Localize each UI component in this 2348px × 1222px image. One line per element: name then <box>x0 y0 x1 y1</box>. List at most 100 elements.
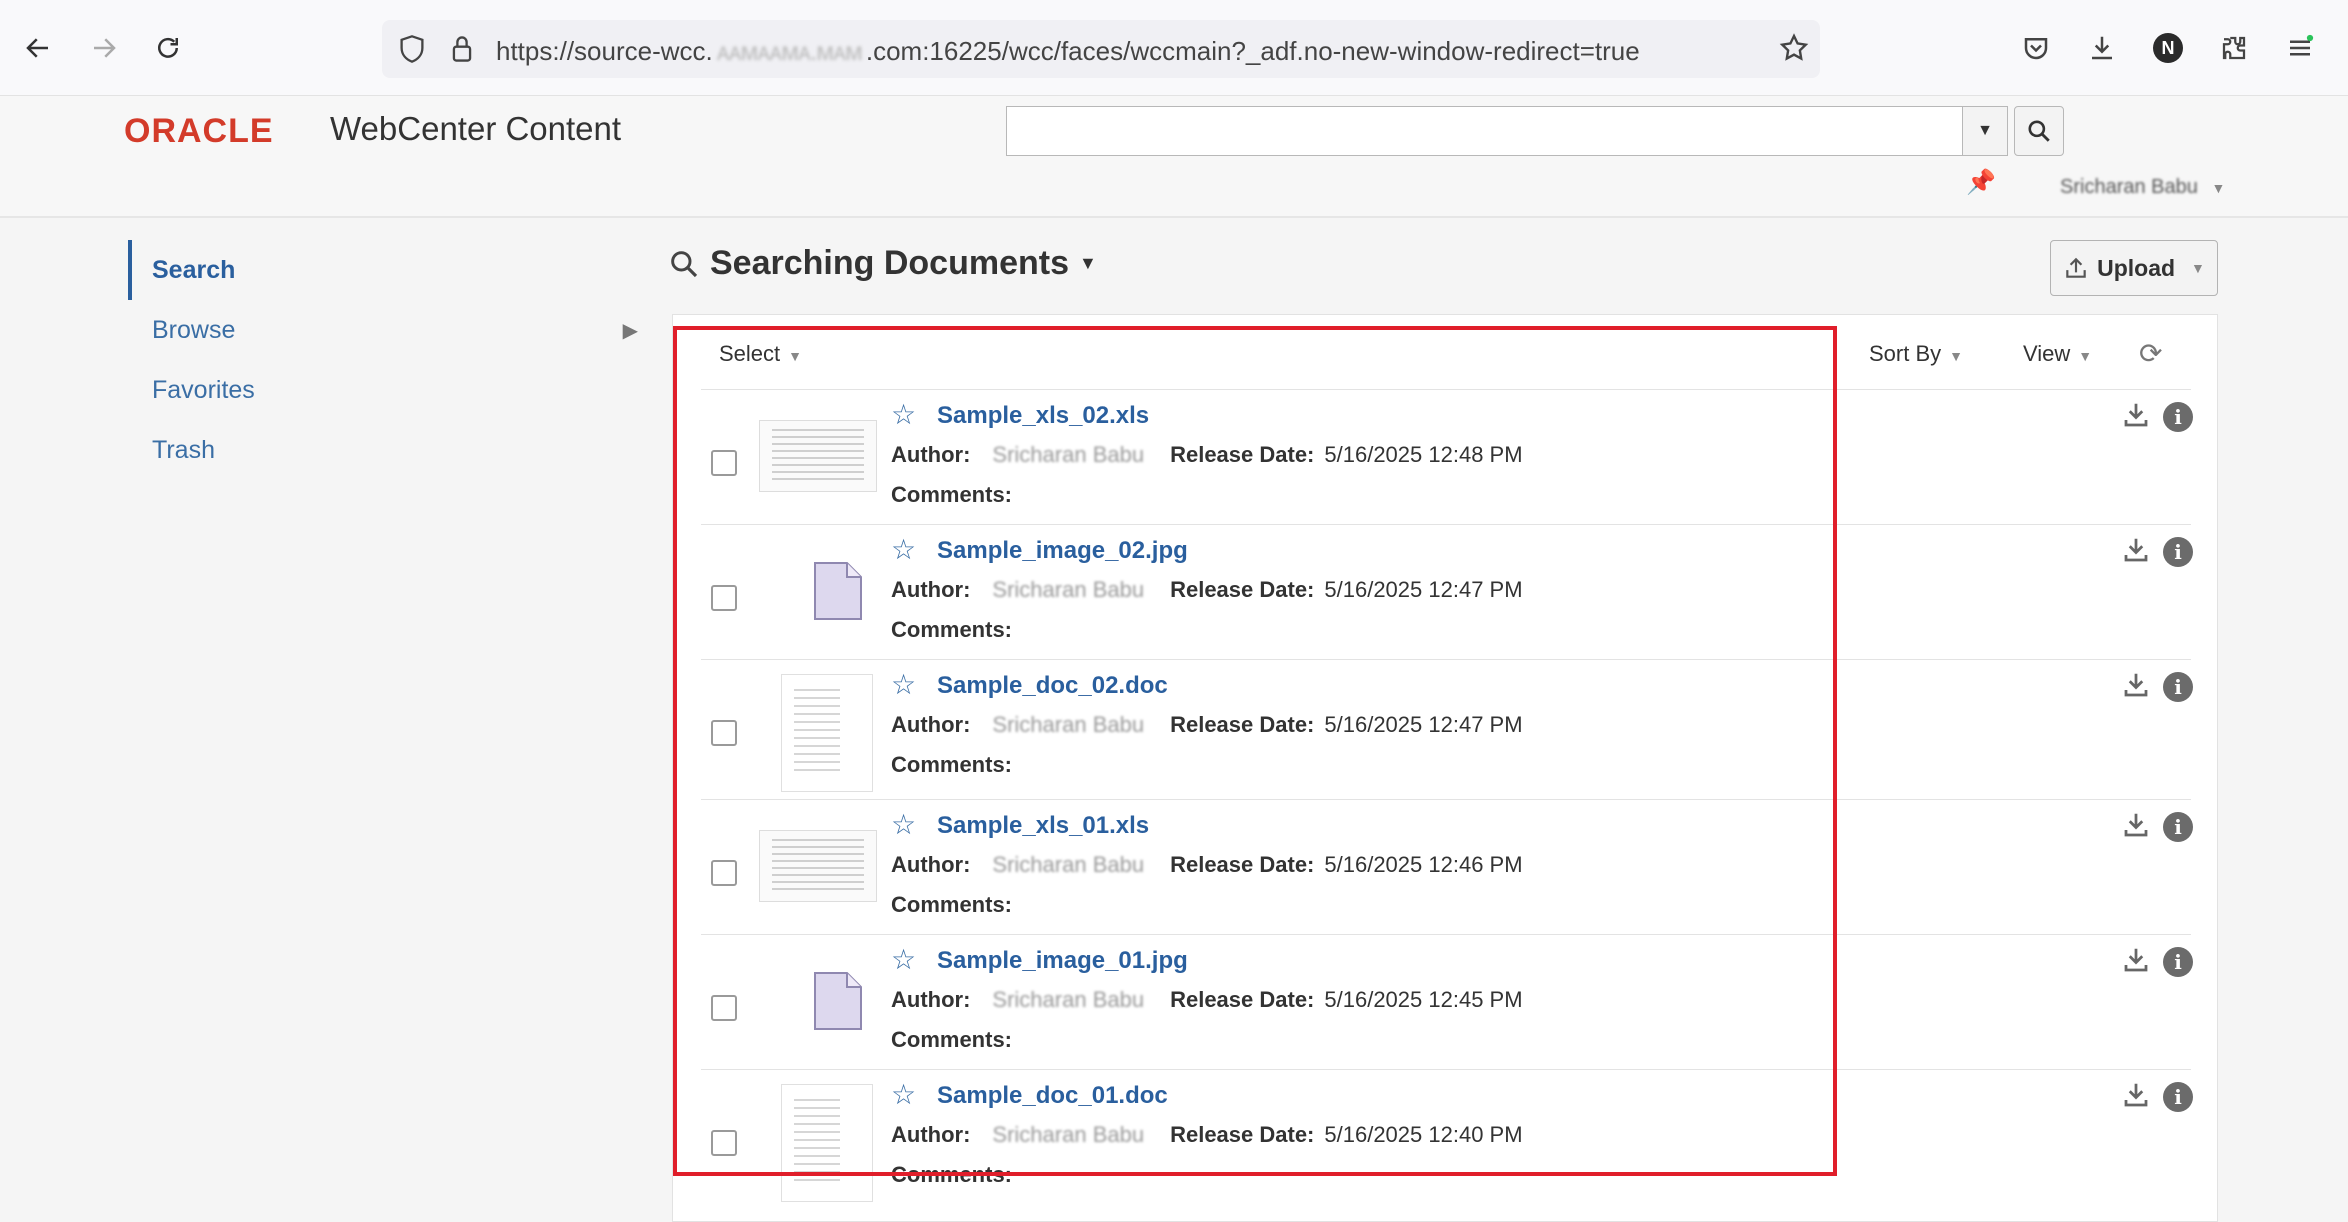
page-title-text: Searching Documents <box>710 244 1069 282</box>
author-value: Sricharan Babu <box>992 577 1145 602</box>
comments-label: Comments: <box>891 1162 1013 1187</box>
expand-arrow-icon[interactable]: ▶ <box>623 318 638 343</box>
author-value: Sricharan Babu <box>992 712 1145 737</box>
download-icon[interactable] <box>2121 670 2151 707</box>
view-menu[interactable]: View ▼ <box>2023 341 2092 367</box>
search-input[interactable] <box>1006 106 1966 156</box>
document-row: ☆ Sample_xls_01.xls Author: Sricharan Babu R… <box>701 799 2193 934</box>
back-icon[interactable] <box>18 28 58 68</box>
nav-item-favorites[interactable]: Favorites <box>128 360 638 420</box>
product-name: WebCenter Content <box>330 110 622 147</box>
bookmark-star-icon[interactable] <box>1778 32 1810 69</box>
release-date-label: Release Date: <box>1170 852 1315 877</box>
comments-label: Comments: <box>891 752 1013 777</box>
pin-icon[interactable]: 📌 <box>1966 168 1996 197</box>
document-thumbnail[interactable] <box>781 674 873 792</box>
document-row: ☆ Sample_image_01.jpg Author: Sricharan Bab… <box>701 934 2193 1069</box>
document-meta: Author: Sricharan Babu Release Date: 5/16/2… <box>891 712 1523 738</box>
document-row: ☆ Sample_image_02.jpg Author: Sricharan Bab… <box>701 524 2193 659</box>
author-value: Sricharan Babu <box>992 442 1145 467</box>
favorite-star-icon[interactable]: ☆ <box>891 943 916 976</box>
row-checkbox[interactable] <box>711 585 737 611</box>
select-menu[interactable]: Select ▼ <box>719 341 802 367</box>
download-icon[interactable] <box>2121 1080 2151 1117</box>
nav-item-label: Favorites <box>152 375 255 404</box>
document-title-link[interactable]: Sample_image_02.jpg <box>937 537 1188 565</box>
download-icon[interactable] <box>2121 810 2151 847</box>
file-icon[interactable] <box>813 971 863 1036</box>
release-date-value: 5/16/2025 12:47 PM <box>1324 577 1523 602</box>
favorite-star-icon[interactable]: ☆ <box>891 533 916 566</box>
info-icon[interactable]: i <box>2163 402 2193 432</box>
document-title-link[interactable]: Sample_image_01.jpg <box>937 947 1188 975</box>
chevron-down-icon: ▼ <box>2191 260 2205 276</box>
nav-item-search[interactable]: Search <box>128 240 638 300</box>
favorite-star-icon[interactable]: ☆ <box>891 398 916 431</box>
row-checkbox[interactable] <box>711 860 737 886</box>
favorite-star-icon[interactable]: ☆ <box>891 1078 916 1111</box>
address-bar[interactable]: https://source-wcc. ᴀᴀᴍᴀᴀᴍᴀ.ᴍᴀᴍ .com:16225… <box>382 20 1820 78</box>
chevron-down-icon: ▼ <box>788 348 803 364</box>
user-menu[interactable]: Sricharan Babu ▼ <box>2060 176 2225 199</box>
info-icon[interactable]: i <box>2163 672 2193 702</box>
info-icon[interactable]: i <box>2163 537 2193 567</box>
document-row: ☆ Sample_xls_02.xls Author: Sricharan Babu R… <box>701 389 2193 524</box>
row-checkbox[interactable] <box>711 720 737 746</box>
pocket-icon[interactable] <box>2016 28 2056 68</box>
row-checkbox[interactable] <box>711 450 737 476</box>
nav-item-trash[interactable]: Trash <box>128 420 638 480</box>
browser-toolbar: https://source-wcc. ᴀᴀᴍᴀᴀᴍᴀ.ᴍᴀᴍ .com:16225… <box>0 0 2348 96</box>
search-button[interactable] <box>2014 106 2064 156</box>
lock-icon <box>450 34 474 69</box>
download-icon[interactable] <box>2121 400 2151 437</box>
sort-label: Sort By <box>1869 341 1942 366</box>
info-icon[interactable]: i <box>2163 1082 2193 1112</box>
release-date-label: Release Date: <box>1170 987 1315 1012</box>
title-dropdown-icon[interactable]: ▼ <box>1079 253 1097 274</box>
document-title-link[interactable]: Sample_doc_02.doc <box>937 672 1168 700</box>
document-meta: Author: Sricharan Babu Release Date: 5/16/2… <box>891 1122 1523 1148</box>
downloads-icon[interactable] <box>2082 28 2122 68</box>
reload-icon[interactable] <box>148 28 188 68</box>
nav-item-browse[interactable]: Browse ▶ <box>128 300 638 360</box>
document-title-link[interactable]: Sample_xls_02.xls <box>937 402 1149 430</box>
document-thumbnail[interactable] <box>781 1084 873 1202</box>
row-checkbox[interactable] <box>711 1130 737 1156</box>
forward-icon[interactable] <box>84 28 124 68</box>
author-label: Author: <box>891 442 971 467</box>
file-icon[interactable] <box>813 561 863 626</box>
sort-by-menu[interactable]: Sort By ▼ <box>1869 341 1963 367</box>
spreadsheet-thumbnail[interactable] <box>759 420 877 492</box>
spreadsheet-thumbnail[interactable] <box>759 830 877 902</box>
author-label: Author: <box>891 712 971 737</box>
document-title-link[interactable]: Sample_doc_01.doc <box>937 1082 1168 1110</box>
refresh-icon[interactable]: ⟳ <box>2139 337 2162 370</box>
info-icon[interactable]: i <box>2163 812 2193 842</box>
nav-item-label: Trash <box>152 435 215 464</box>
upload-label: Upload <box>2097 254 2176 281</box>
info-icon[interactable]: i <box>2163 947 2193 977</box>
row-checkbox[interactable] <box>711 995 737 1021</box>
comments-label: Comments: <box>891 1027 1013 1052</box>
author-label: Author: <box>891 1122 971 1147</box>
comments-label: Comments: <box>891 617 1013 642</box>
search-scope-dropdown[interactable]: ▼ <box>1962 106 2008 156</box>
favorite-star-icon[interactable]: ☆ <box>891 808 916 841</box>
document-row: ☆ Sample_doc_02.doc Author: Sricharan Babu R… <box>701 659 2193 799</box>
extensions-icon[interactable] <box>2214 28 2254 68</box>
upload-button[interactable]: Upload ▼ <box>2050 240 2218 296</box>
author-label: Author: <box>891 852 971 877</box>
menu-icon[interactable] <box>2280 28 2320 68</box>
author-value: Sricharan Babu <box>992 1122 1145 1147</box>
nav-item-label: Search <box>152 255 236 284</box>
download-icon[interactable] <box>2121 535 2151 572</box>
release-date-label: Release Date: <box>1170 577 1315 602</box>
author-label: Author: <box>891 577 971 602</box>
download-icon[interactable] <box>2121 945 2151 982</box>
url-text: https://source-wcc. ᴀᴀᴍᴀᴀᴍᴀ.ᴍᴀᴍ .com:16225… <box>496 36 1640 66</box>
document-title-link[interactable]: Sample_xls_01.xls <box>937 812 1149 840</box>
favorite-star-icon[interactable]: ☆ <box>891 668 916 701</box>
page-title[interactable]: Searching Documents ▼ <box>668 244 1097 283</box>
profile-avatar[interactable]: N <box>2148 28 2188 68</box>
release-date-label: Release Date: <box>1170 712 1315 737</box>
